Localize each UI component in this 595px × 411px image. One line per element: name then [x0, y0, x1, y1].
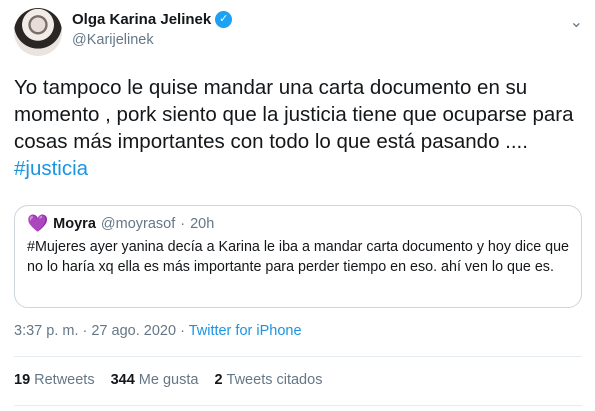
author-handle[interactable]: @Karijelinek	[72, 32, 232, 48]
tweet-text-content: Yo tampoco le quise mandar una carta doc…	[14, 76, 574, 153]
tweet-card: Olga Karina Jelinek ✓ @Karijelinek ⌄ Yo …	[0, 0, 595, 411]
quoted-time: 20h	[190, 215, 215, 232]
likes-stat[interactable]: 344 Me gusta	[111, 372, 199, 388]
divider-bottom	[14, 405, 582, 406]
tweet-stats: 19 Retweets 344 Me gusta 2 Tweets citados	[14, 372, 322, 388]
author-name[interactable]: Olga Karina Jelinek	[72, 11, 211, 28]
tweet-text: Yo tampoco le quise mandar una carta doc…	[14, 74, 579, 182]
retweets-label: Retweets	[34, 372, 95, 388]
likes-count: 344	[110, 372, 135, 388]
quoted-text: #Mujeres ayer yanina decía a Karina le i…	[27, 239, 570, 275]
avatar[interactable]	[14, 8, 62, 56]
tweet-timestamp[interactable]: 3:37 p. m. · 27 ago. 2020	[14, 323, 176, 339]
tweet-meta: 3:37 p. m. · 27 ago. 2020 · Twitter for …	[14, 323, 302, 339]
quoted-tweet[interactable]: 💜 Moyra @moyrasof · 20h #Mujeres ayer ya…	[14, 205, 582, 308]
chevron-down-icon[interactable]: ⌄	[570, 12, 583, 32]
divider	[14, 356, 582, 357]
hashtag-link[interactable]: #justicia	[14, 157, 88, 180]
quoted-author-handle: @moyrasof	[100, 215, 176, 232]
quotes-count: 2	[214, 372, 223, 388]
quoted-tweet-header: 💜 Moyra @moyrasof · 20h	[27, 215, 569, 232]
verified-badge-icon: ✓	[215, 11, 233, 28]
retweets-stat[interactable]: 19 Retweets	[14, 372, 95, 388]
quoted-separator: ·	[180, 215, 186, 232]
quotes-label: Tweets citados	[226, 372, 323, 388]
author-block: Olga Karina Jelinek ✓ @Karijelinek	[72, 11, 233, 48]
retweets-count: 19	[14, 372, 31, 388]
tweet-source-link[interactable]: Twitter for iPhone	[189, 323, 302, 339]
quotes-stat[interactable]: 2 Tweets citados	[214, 372, 322, 388]
quoted-author-name: Moyra	[53, 215, 96, 232]
likes-label: Me gusta	[138, 372, 199, 388]
meta-separator: ·	[180, 323, 185, 339]
purple-heart-icon: 💜	[27, 214, 49, 233]
author-name-row: Olga Karina Jelinek ✓	[72, 11, 233, 28]
